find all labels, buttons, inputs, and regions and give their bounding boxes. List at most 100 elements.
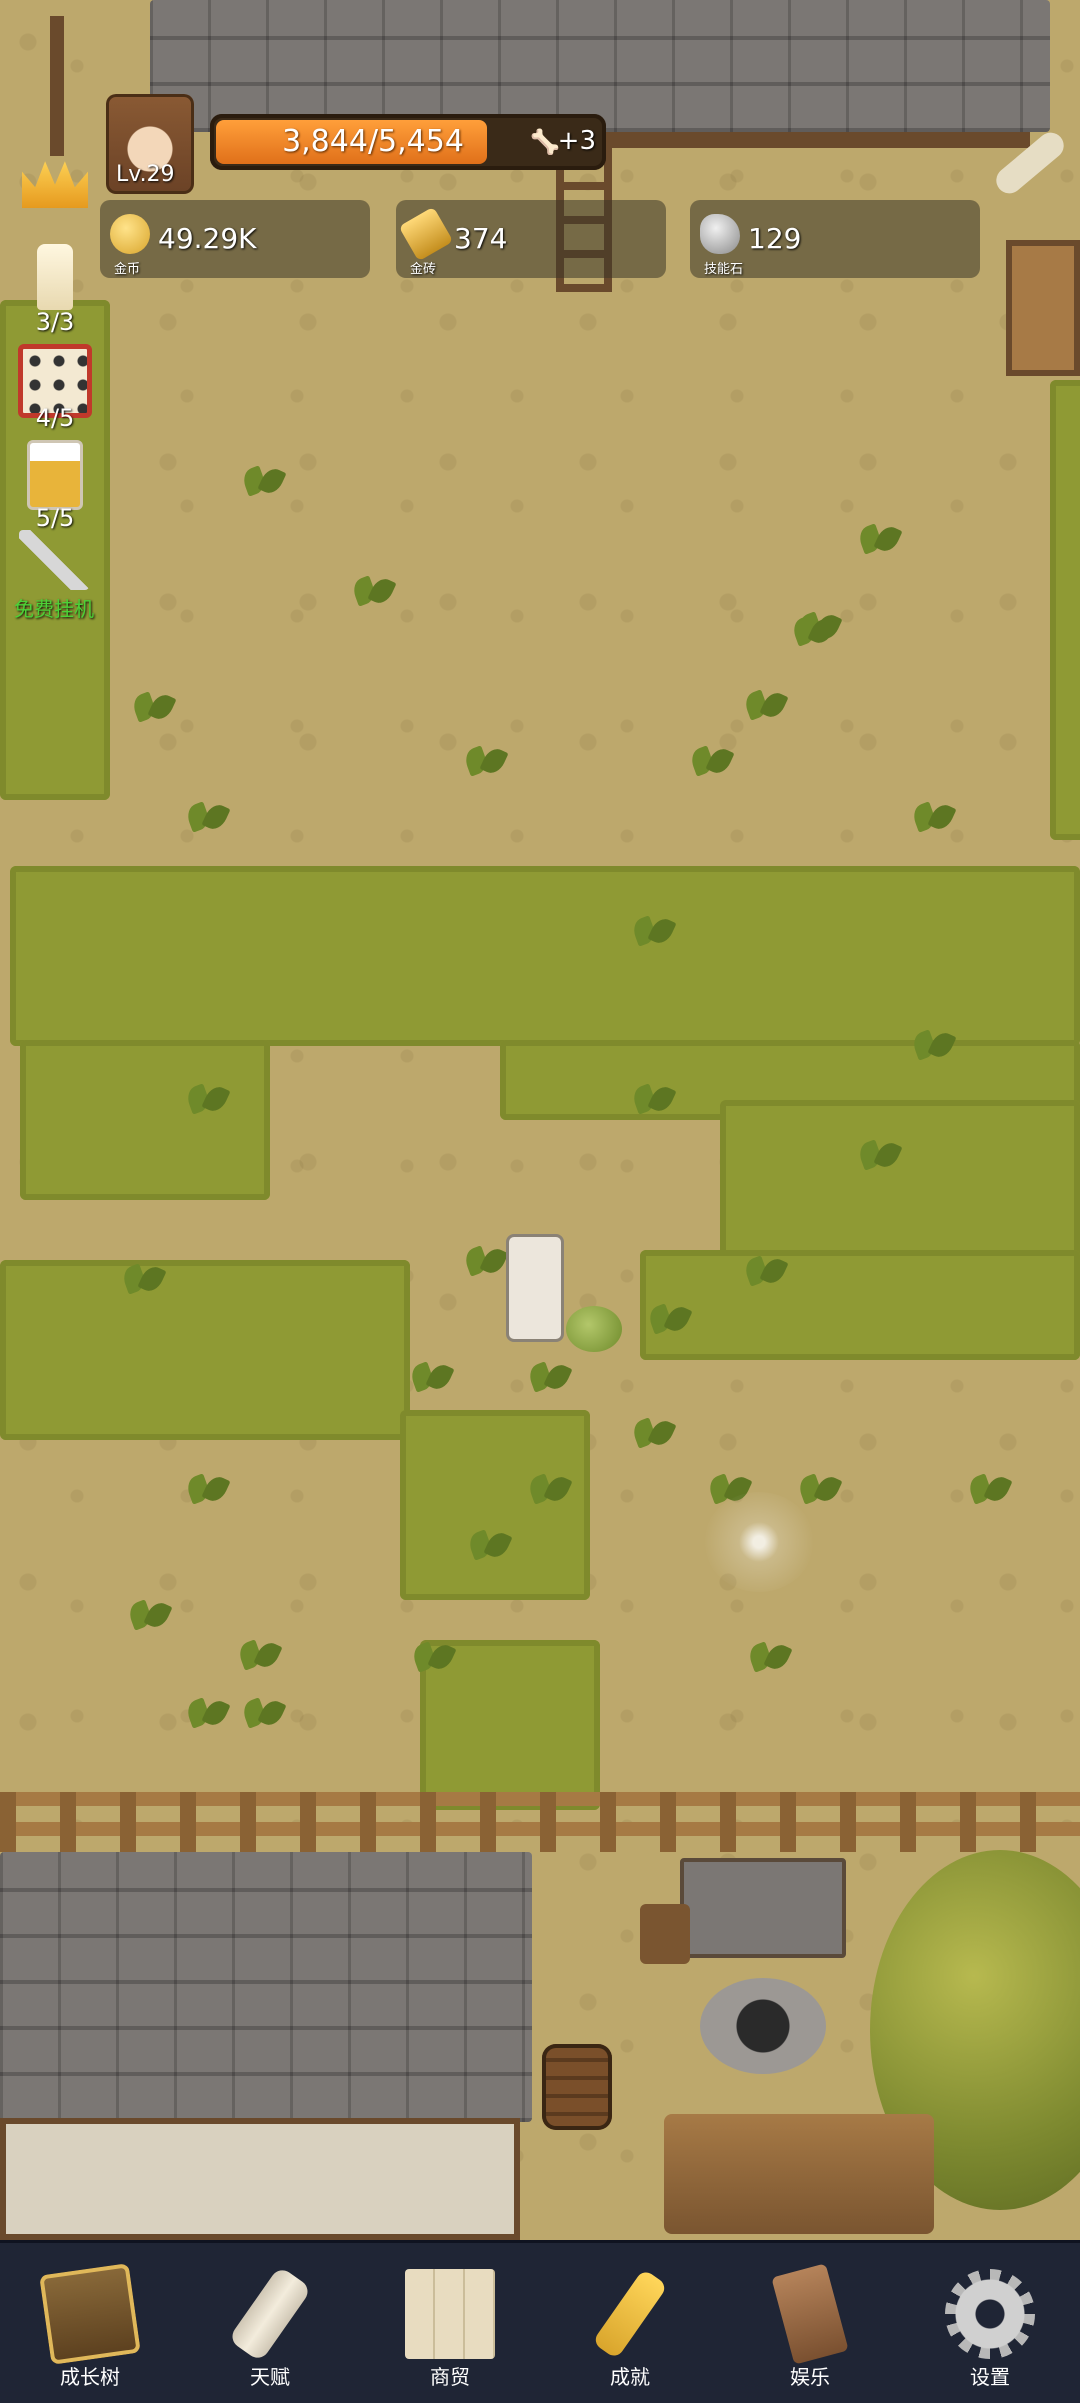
dice-count: 4/5 [35,404,75,432]
top-right-building [1006,240,1080,376]
cabbage[interactable] [566,1306,622,1352]
crop-sprout[interactable] [184,1692,230,1730]
player-character[interactable] [506,1234,564,1342]
gold-brick-label: 金砖 [410,262,437,277]
crop-sprout[interactable] [630,910,676,948]
ticket-icon [771,2263,849,2365]
crop-sprout[interactable] [350,570,396,608]
crop-sprout[interactable] [688,740,734,778]
crop-sprout[interactable] [796,1468,842,1506]
crop-sprout[interactable] [126,1594,172,1632]
bucket [640,1904,690,1964]
crop-sprout[interactable] [184,1468,230,1506]
nav-label: 商贸 [430,2365,470,2389]
well-base [700,1978,826,2074]
crop-sprout[interactable] [184,1078,230,1116]
crop-sprout[interactable] [526,1468,572,1506]
crop-sprout[interactable] [966,1468,1012,1506]
skill-stone-value: 129 [748,222,802,255]
beer-button[interactable]: 5/5 [14,440,96,532]
key-icon [591,2268,669,2360]
crop-sprout[interactable] [462,1240,508,1278]
xp-bonus: +3 [557,126,596,156]
gold-coin-icon [110,214,150,254]
gear-icon [945,2269,1035,2359]
nav-settings[interactable]: 设置 [900,2243,1080,2403]
resource-gold[interactable]: 49.29K 金币 [100,200,370,278]
sparkle-effect [704,1492,814,1592]
wooden-cart [664,2114,934,2234]
nav-growth-tree[interactable]: 成长树 [0,2243,180,2403]
xp-bar: 3,844/5,454 🦴 +3 [210,114,606,170]
grass-patch [640,1250,1080,1360]
beer-icon [27,440,83,510]
free-idle-label: 免费挂机 [14,597,94,621]
gold-label: 金币 [114,262,141,277]
crown-icon [22,161,88,208]
crop-sprout[interactable] [466,1524,512,1562]
skill-stone-icon [700,214,740,254]
map-icon [405,2269,495,2359]
nav-label: 成长树 [60,2365,120,2389]
crop-sprout[interactable] [742,1250,788,1288]
crop-sprout[interactable] [240,1692,286,1730]
nav-label: 天赋 [250,2365,290,2389]
top-building-beam [560,132,1030,148]
bottom-nav: 成长树 天赋 商贸 成就 娱乐 设置 [0,2240,1080,2403]
wooden-fence [0,1792,1080,1852]
grass-patch [20,1040,270,1200]
crop-sprout[interactable] [408,1356,454,1394]
beer-count: 5/5 [35,504,75,532]
crop-sprout[interactable] [630,1412,676,1450]
bone-icon: 🦴 [530,128,560,156]
grass-patch [0,1260,410,1440]
dice-button[interactable]: 4/5 [14,344,96,432]
crop-sprout[interactable] [746,1636,792,1674]
bottom-house-roof [0,1852,532,2122]
free-idle-button[interactable]: 免费挂机 [6,530,102,621]
grass-patch [10,866,1080,1046]
crop-sprout[interactable] [120,1258,166,1296]
scroll-icon [227,2265,313,2363]
bottom-house-wall [0,2118,520,2240]
nav-label: 成就 [610,2365,650,2389]
game-map[interactable] [0,0,1080,2240]
stone-well[interactable] [680,1858,846,2078]
resource-gold-brick[interactable]: 374 金砖 [396,200,666,278]
candle-count: 3/3 [35,308,75,336]
nav-label: 娱乐 [790,2365,830,2389]
crop-sprout[interactable] [646,1298,692,1336]
nav-trade[interactable]: 商贸 [360,2243,540,2403]
resource-skill-stone[interactable]: 129 技能石 [690,200,980,278]
crop-sprout[interactable] [130,686,176,724]
candle-icon [37,244,73,310]
crop-sprout[interactable] [410,1636,456,1674]
top-building-roof [150,0,1050,132]
gold-brick-icon [398,206,454,262]
nav-achievement[interactable]: 成就 [540,2243,720,2403]
crop-sprout[interactable] [240,460,286,498]
crop-sprout[interactable] [856,1134,902,1172]
crop-sprout[interactable] [910,796,956,834]
skill-stone-label: 技能石 [704,262,744,277]
crop-sprout[interactable] [630,1078,676,1116]
book-icon [39,2263,141,2365]
gold-brick-value: 374 [454,222,508,255]
nav-label: 设置 [970,2365,1010,2389]
candle-button[interactable]: 3/3 [14,244,96,336]
nav-talent[interactable]: 天赋 [180,2243,360,2403]
key-icon [19,530,89,590]
nav-entertainment[interactable]: 娱乐 [720,2243,900,2403]
crop-sprout[interactable] [790,610,836,648]
crop-sprout[interactable] [526,1356,572,1394]
player-level: Lv.29 [116,162,175,187]
crop-sprout[interactable] [856,518,902,556]
crop-sprout[interactable] [184,796,230,834]
crop-sprout[interactable] [462,740,508,778]
xp-text: 3,844/5,454 [282,124,464,159]
crown-button[interactable] [14,156,96,226]
crop-sprout[interactable] [910,1024,956,1062]
left-wood-post [50,16,64,156]
crop-sprout[interactable] [236,1634,282,1672]
crop-sprout[interactable] [742,684,788,722]
